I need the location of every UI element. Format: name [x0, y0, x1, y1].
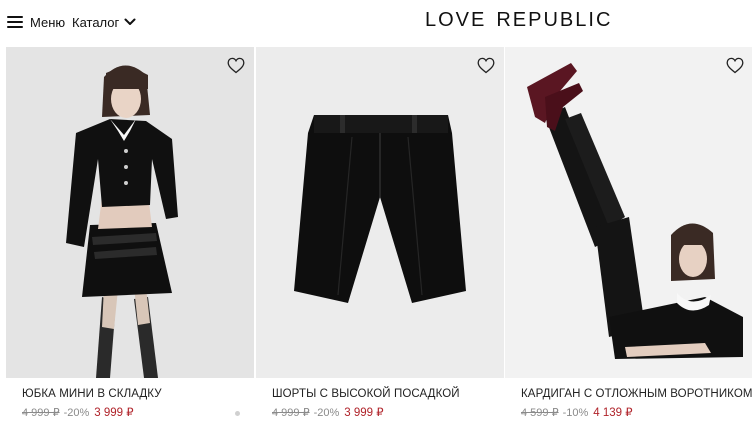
- product-image[interactable]: [6, 47, 254, 378]
- product-title[interactable]: КАРДИГАН С ОТЛОЖНЫМ ВОРОТНИКОМ: [521, 388, 752, 400]
- product-title[interactable]: ЮБКА МИНИ В СКЛАДКУ: [22, 388, 162, 400]
- product-price-row: 4 999 ₽ -20% 3 999 ₽: [22, 405, 134, 419]
- old-price: 4 999 ₽: [272, 407, 310, 419]
- old-price: 4 999 ₽: [22, 407, 60, 419]
- sale-price: 3 999 ₽: [94, 407, 134, 419]
- product-grid: ЮБКА МИНИ В СКЛАДКУ 4 999 ₽ -20% 3 999 ₽: [0, 47, 752, 433]
- discount-badge: -10%: [562, 407, 589, 419]
- site-header: Меню Каталог LOVE REPUBLIC: [0, 0, 752, 44]
- catalog-label: Каталог: [72, 14, 120, 30]
- sale-price: 3 999 ₽: [344, 407, 384, 419]
- carousel-dot[interactable]: [235, 411, 240, 416]
- menu-label: Меню: [30, 14, 66, 30]
- shorts-illustration: [256, 47, 504, 378]
- discount-badge: -20%: [63, 407, 90, 419]
- product-image[interactable]: [505, 47, 752, 378]
- catalog-button[interactable]: Каталог: [72, 13, 136, 31]
- logo-word-love: LOVE: [425, 9, 487, 31]
- product-price-row: 4 599 ₽ -10% 4 139 ₽: [521, 405, 633, 419]
- chevron-down-icon: [124, 18, 136, 25]
- logo-word-republic: REPUBLIC: [496, 9, 613, 31]
- product-card[interactable]: ШОРТЫ С ВЫСОКОЙ ПОСАДКОЙ 4 999 ₽ -20% 3 …: [256, 47, 504, 433]
- model-cardigan-illustration: [505, 47, 752, 378]
- product-card[interactable]: ЮБКА МИНИ В СКЛАДКУ 4 999 ₽ -20% 3 999 ₽: [6, 47, 254, 433]
- brand-logo[interactable]: LOVE REPUBLIC: [425, 9, 612, 32]
- heart-icon[interactable]: [726, 57, 744, 74]
- discount-badge: -20%: [313, 407, 340, 419]
- product-card[interactable]: КАРДИГАН С ОТЛОЖНЫМ ВОРОТНИКОМ 4 599 ₽ -…: [505, 47, 752, 433]
- menu-button[interactable]: Меню: [7, 13, 65, 31]
- model-skirt-illustration: [6, 47, 254, 378]
- heart-icon[interactable]: [477, 57, 495, 74]
- product-image[interactable]: [256, 47, 504, 378]
- product-price-row: 4 999 ₽ -20% 3 999 ₽: [272, 405, 384, 419]
- sale-price: 4 139 ₽: [593, 407, 633, 419]
- product-title[interactable]: ШОРТЫ С ВЫСОКОЙ ПОСАДКОЙ: [272, 388, 460, 400]
- burger-icon: [7, 16, 23, 28]
- old-price: 4 599 ₽: [521, 407, 559, 419]
- heart-icon[interactable]: [227, 57, 245, 74]
